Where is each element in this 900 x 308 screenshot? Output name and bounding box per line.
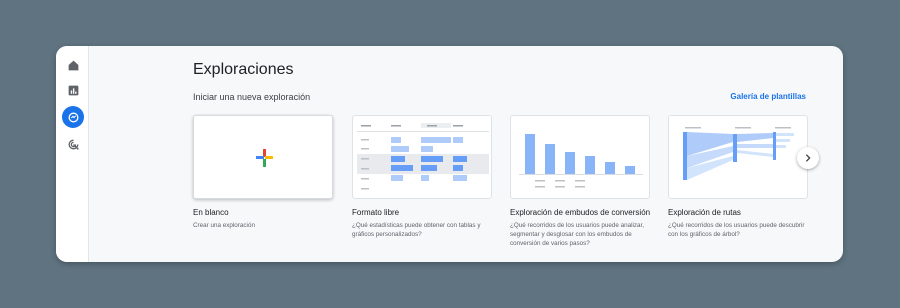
path-thumbnail <box>668 115 808 199</box>
page-title: Exploraciones <box>193 61 294 78</box>
template-name: Formato libre <box>352 208 400 217</box>
chevron-right-icon <box>805 154 811 162</box>
carousel-next-button[interactable] <box>797 147 819 169</box>
plus-icon <box>256 149 273 167</box>
funnel-thumbnail <box>510 115 650 199</box>
template-description: Crear una exploración <box>193 222 255 229</box>
advertising-icon <box>68 139 79 150</box>
template-card-path[interactable]: Exploración de rutas ¿Qué recorridos de … <box>668 115 808 253</box>
template-description: ¿Qué estadísticas puede obtener con tabl… <box>352 222 481 238</box>
home-icon <box>68 60 78 70</box>
table-preview-graphic <box>357 123 489 190</box>
nav-advertising[interactable] <box>62 133 84 155</box>
path-tree-graphic <box>683 127 794 180</box>
navigation-rail <box>56 46 89 262</box>
reports-icon <box>68 85 78 95</box>
template-name: En blanco <box>193 208 229 217</box>
explore-icon <box>68 112 78 122</box>
template-card-blank[interactable]: En blanco Crear una exploración <box>193 115 333 253</box>
nav-home[interactable] <box>62 54 84 76</box>
nav-reports[interactable] <box>62 79 84 101</box>
funnel-chart-graphic <box>519 134 643 188</box>
blank-thumbnail <box>193 115 333 199</box>
template-description: ¿Qué recorridos de los usuarios puede an… <box>510 222 645 247</box>
template-card-free-form[interactable]: Formato libre ¿Qué estadísticas puede ob… <box>352 115 492 253</box>
template-name: Exploración de embudos de conversión <box>510 208 651 217</box>
template-gallery-link[interactable]: Galería de plantillas <box>706 92 806 101</box>
free-form-thumbnail <box>352 115 492 199</box>
explorations-window: Exploraciones Iniciar una nueva explorac… <box>56 46 843 262</box>
section-subtitle: Iniciar una nueva exploración <box>193 92 311 102</box>
template-name: Exploración de rutas <box>668 208 741 217</box>
template-card-funnel[interactable]: Exploración de embudos de conversión ¿Qu… <box>510 115 650 253</box>
nav-explore[interactable] <box>62 106 84 128</box>
template-description: ¿Qué recorridos de los usuarios puede de… <box>668 222 805 238</box>
